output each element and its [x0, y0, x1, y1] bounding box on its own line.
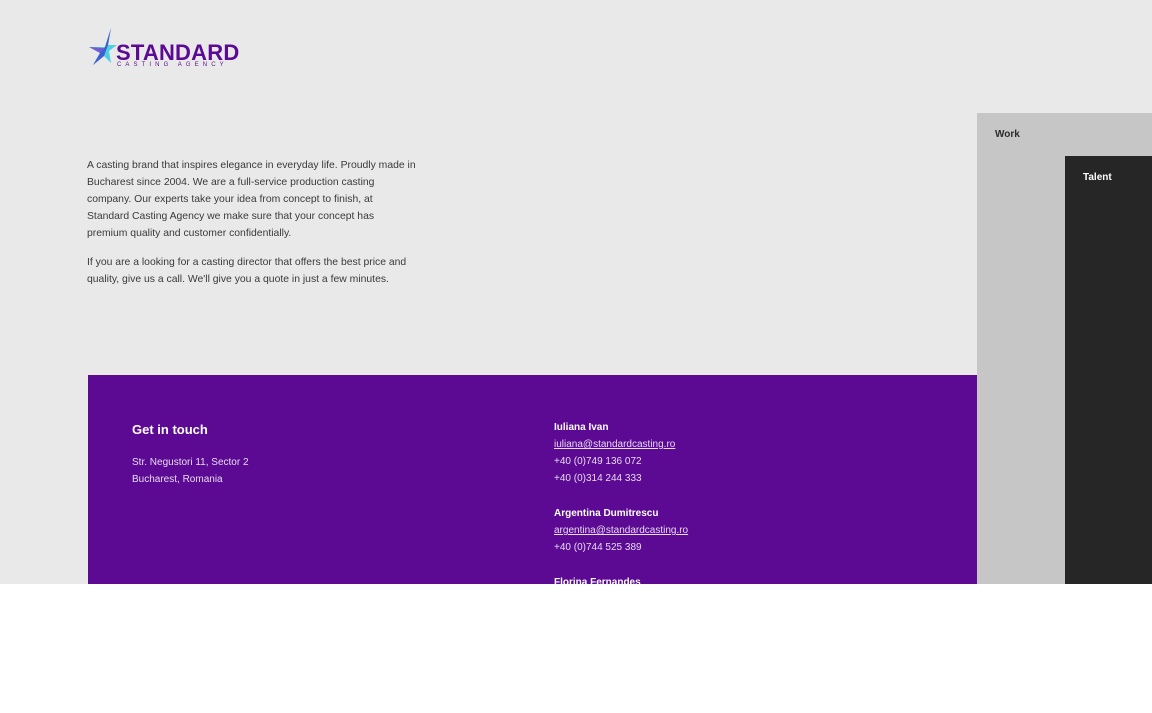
page-viewport: STANDARD CASTING AGENCY A casting brand …: [0, 0, 1152, 584]
person-name: Iuliana Ivan: [554, 422, 609, 433]
person-name: Argentina Dumitrescu: [554, 508, 659, 519]
intro-paragraph: If you are a looking for a casting direc…: [87, 257, 407, 285]
person-email-link[interactable]: argentina@standardcasting.ro: [554, 522, 688, 539]
nav-talent-label: Talent: [1083, 172, 1112, 183]
contact-person: Argentina Dumitrescu argentina@standardc…: [554, 505, 688, 556]
address-city: Bucharest, Romania: [132, 474, 223, 485]
contact-title: Get in touch: [132, 422, 208, 437]
nav-panel-talent[interactable]: Talent: [1065, 156, 1152, 584]
contact-person: Florina Fernandes: [554, 574, 688, 584]
intro-text: A casting brand that inspires elegance i…: [87, 157, 417, 300]
person-name: Florina Fernandes: [554, 577, 641, 584]
contact-person: Iuliana Ivan iuliana@standardcasting.ro …: [554, 419, 688, 487]
brand-tagline: CASTING AGENCY: [117, 62, 228, 68]
brand-logo[interactable]: STANDARD CASTING AGENCY: [87, 27, 239, 73]
nav-work-label: Work: [995, 129, 1020, 140]
contact-section: Get in touch Str. Negustori 11, Sector 2…: [88, 375, 977, 584]
person-phone[interactable]: +40 (0)749 136 072: [554, 453, 688, 470]
star-logo-icon: [89, 28, 117, 65]
person-phone[interactable]: +40 (0)314 244 333: [554, 470, 688, 487]
person-email-link[interactable]: iuliana@standardcasting.ro: [554, 436, 688, 453]
contact-people-list: Iuliana Ivan iuliana@standardcasting.ro …: [554, 419, 688, 584]
address-street: Str. Negustori 11, Sector 2: [132, 457, 249, 468]
intro-paragraph: A casting brand that inspires elegance i…: [87, 160, 416, 239]
person-phone[interactable]: +40 (0)744 525 389: [554, 539, 688, 556]
contact-address: Str. Negustori 11, Sector 2 Bucharest, R…: [132, 454, 249, 488]
